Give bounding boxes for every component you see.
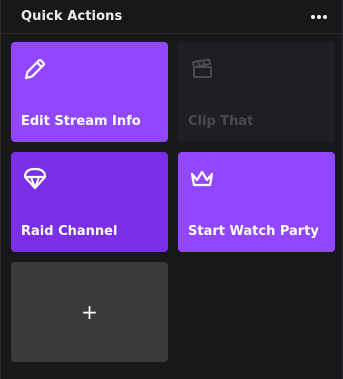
clip-that-button[interactable]: Clip That bbox=[178, 42, 335, 142]
tile-label-raid-channel: Raid Channel bbox=[21, 224, 118, 239]
plus-icon: + bbox=[81, 300, 98, 324]
clapperboard-icon bbox=[189, 56, 215, 82]
tile-label-start-watch-party: Start Watch Party bbox=[188, 224, 319, 239]
more-dots-icon bbox=[311, 15, 327, 19]
more-options-button[interactable] bbox=[308, 8, 330, 26]
add-quick-action-button[interactable]: + bbox=[11, 262, 168, 362]
crown-icon bbox=[189, 166, 215, 192]
quick-actions-panel: Quick Actions Edit Stream Info Clip That… bbox=[0, 0, 343, 379]
panel-header: Quick Actions bbox=[1, 0, 343, 34]
start-watch-party-button[interactable]: Start Watch Party bbox=[178, 152, 335, 252]
tile-label-clip-that: Clip That bbox=[188, 114, 254, 129]
edit-stream-info-button[interactable]: Edit Stream Info bbox=[11, 42, 168, 142]
raid-channel-button[interactable]: Raid Channel bbox=[11, 152, 168, 252]
parachute-icon bbox=[22, 166, 48, 192]
tile-label-edit-stream-info: Edit Stream Info bbox=[21, 114, 141, 129]
panel-title: Quick Actions bbox=[21, 9, 123, 24]
pencil-icon bbox=[22, 56, 48, 82]
